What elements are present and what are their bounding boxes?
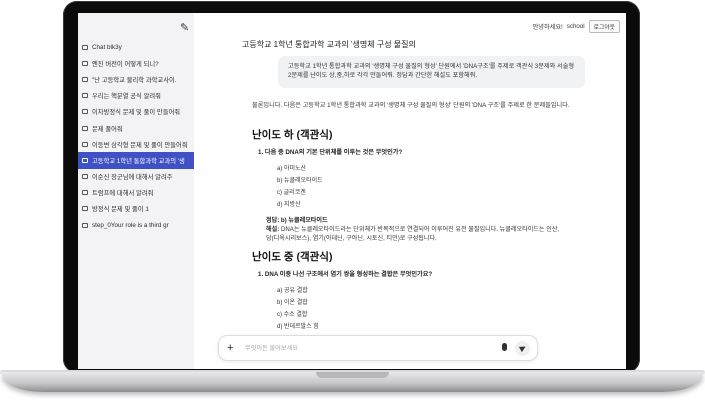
plus-icon[interactable]: + (227, 342, 233, 354)
option-c: c) 글리코겐 (277, 190, 306, 196)
sidebar-item-chat[interactable]: 이등변 삼각형 문제 및 풀이 만들어줘 (78, 136, 194, 152)
sidebar-item-chat[interactable]: 엔진 버전이 어떻게 되니? (78, 55, 194, 71)
chat-bubble-icon (82, 109, 88, 115)
username: school (566, 23, 585, 30)
question-text: 1. 다음 중 DNA의 기본 단위체를 이루는 것은 무엇인가? (258, 149, 403, 156)
sidebar-item-label: 방정식 문제 및 풀이 1 (92, 206, 149, 214)
chat-bubble-icon (82, 141, 88, 147)
explanation-label: 해설: (266, 226, 280, 233)
sidebar-item-chat[interactable]: 이순신 장군님에 대해서 알려주 (78, 169, 194, 185)
sidebar-item-label: step_0Your role is a third gr (92, 221, 169, 229)
app-screen: ✎ Chat blk3y 엔진 버전이 어떻게 되니? "난 고등학교 물리학 … (78, 13, 626, 369)
chat-input-bar: + (218, 335, 538, 361)
chat-bubble-icon (82, 206, 88, 212)
sidebar-item-chat[interactable]: 이차방정식 문제 및 풀이 만들어줘 (78, 104, 194, 120)
laptop-mockup: ✎ Chat blk3y 엔진 버전이 어떻게 되니? "난 고등학교 물리학 … (0, 0, 705, 405)
chat-bubble-icon (82, 93, 88, 99)
sidebar-item-label: 이등변 삼각형 문제 및 풀이 만들어줘 (92, 141, 188, 149)
sidebar-item-label: "난 고등학교 물리학 과학교사이. (92, 76, 177, 84)
question-text: 1. DNA 이중 나선 구조에서 염기 쌍을 형성하는 결합은 무엇인가요? (258, 271, 433, 278)
sidebar: ✎ Chat blk3y 엔진 버전이 어떻게 되니? "난 고등학교 물리학 … (78, 13, 194, 369)
chat-input[interactable] (245, 342, 485, 355)
chat-bubble-icon (82, 60, 88, 66)
sidebar-item-label: 고등학교 1학년 통합과학 교과의 '생 (92, 157, 185, 165)
laptop-notch (316, 372, 389, 378)
sidebar-item-chat[interactable]: 문제 풀어줘 (78, 120, 194, 136)
sidebar-item-label: 우리는 핵분열 공식 알려줘 (92, 93, 161, 101)
user-message-bubble: 고등학교 1학년 통합과학 교과의 '생명체 구성 물질의 형성' 단원에서 '… (278, 56, 585, 88)
section-heading-easy: 난이도 하 (객관식) (252, 129, 333, 141)
sidebar-item-chat[interactable]: 우리는 핵분열 공식 알려줘 (78, 88, 194, 104)
sidebar-item-chat[interactable]: "난 고등학교 물리학 과학교사이. (78, 71, 194, 87)
option-a: a) 아미노산 (277, 166, 307, 172)
sidebar-item-chat[interactable]: Chat blk3y (78, 39, 194, 55)
option-d: d) 지방산 (277, 202, 301, 208)
sidebar-item-label: 이차방정식 문제 및 풀이 만들어줘 (92, 109, 181, 117)
sidebar-item-chat[interactable]: 트럼프에 대해서 알려줘 (78, 185, 194, 201)
new-chat-icon[interactable]: ✎ (180, 21, 189, 34)
chat-bubble-icon (82, 76, 88, 82)
section-heading-medium: 난이도 중 (객관식) (252, 251, 333, 263)
chat-bubble-icon (82, 190, 88, 196)
sidebar-item-label: 이순신 장군님에 대해서 알려주 (92, 174, 173, 182)
chat-bubble-icon (82, 125, 88, 131)
option-b: b) 이온 결합 (277, 300, 308, 306)
microphone-icon[interactable] (502, 343, 507, 351)
option-b: b) 뉴클레오타이드 (277, 178, 323, 184)
explanation-text: 해설: DNA는 뉴클레오타이드라는 단위체가 반복적으로 연결되어 이루어진 … (266, 225, 566, 243)
user-header: 안녕하세요! school 로그아웃 (533, 20, 620, 33)
option-a: a) 공유 결합 (277, 288, 308, 294)
assistant-intro: 물론입니다. 다음은 고등학교 1학년 통합과학 교과의 '생명체 구성 물질의… (252, 102, 570, 109)
chat-title: 고등학교 1학년 통합과학 교과의 '생명체 구성 물질의 (242, 40, 416, 49)
chat-bubble-icon (82, 44, 88, 50)
chat-bubble-icon (82, 222, 88, 228)
sidebar-item-label: Chat blk3y (92, 43, 122, 51)
sidebar-item-label: 문제 풀어줘 (92, 125, 123, 133)
greeting-text: 안녕하세요! (532, 24, 563, 31)
send-button[interactable] (515, 341, 530, 356)
chat-bubble-icon (82, 174, 88, 180)
sidebar-item-label: 트럼프에 대해서 알려줘 (92, 190, 154, 198)
option-c: c) 수소 결합 (277, 312, 308, 318)
sidebar-item-chat[interactable]: step_0Your role is a third gr (78, 217, 194, 233)
explanation-body: DNA는 뉴클레오타이드라는 단위체가 반복적으로 연결되어 이루어진 유전 물… (266, 226, 560, 243)
answer-text: 정답: b) 뉴클레오타이드 (266, 217, 328, 224)
chat-history-list: Chat blk3y 엔진 버전이 어떻게 되니? "난 고등학교 물리학 과학… (78, 39, 194, 233)
logout-button[interactable]: 로그아웃 (588, 20, 620, 33)
option-d: d) 반데르발스 힘 (277, 324, 319, 330)
chat-bubble-icon (82, 157, 88, 163)
sidebar-item-chat[interactable]: 방정식 문제 및 풀이 1 (78, 201, 194, 217)
sidebar-item-active-chat[interactable]: 고등학교 1학년 통합과학 교과의 '생 (78, 152, 194, 169)
sidebar-item-label: 엔진 버전이 어떻게 되니? (92, 60, 159, 68)
